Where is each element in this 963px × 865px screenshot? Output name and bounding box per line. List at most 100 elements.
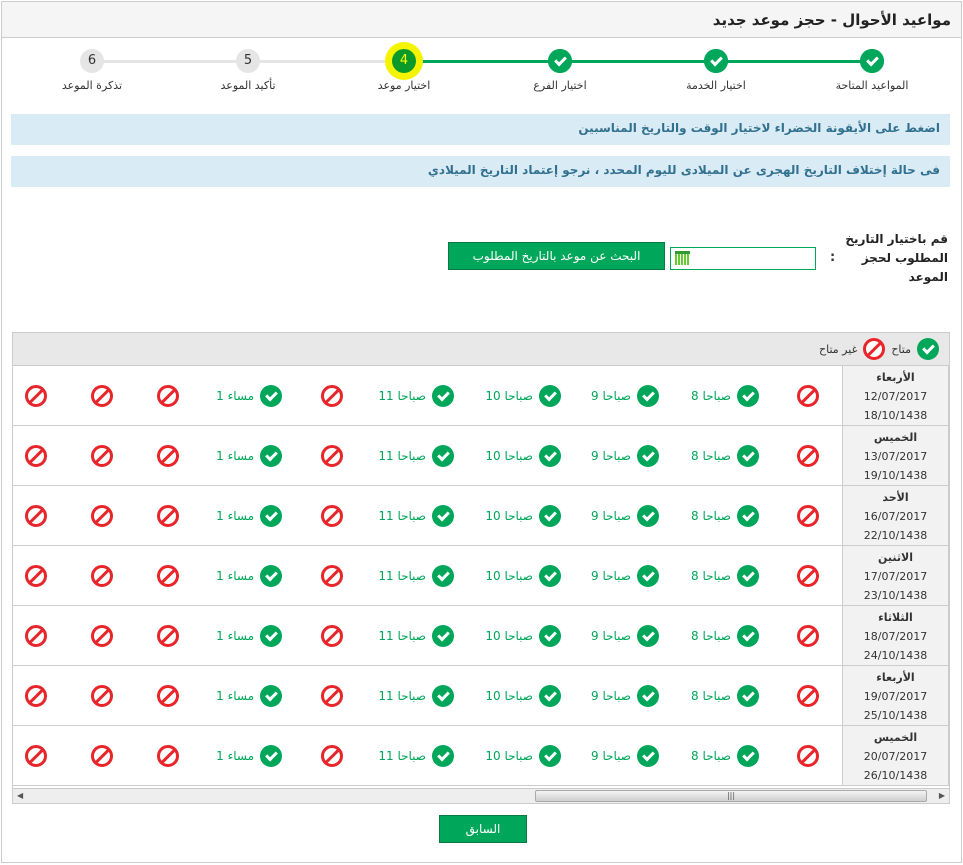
available-slot[interactable]: 10 صباحا (454, 384, 561, 408)
slot-time[interactable]: 11 صباحا (378, 509, 426, 523)
slot-time[interactable]: 8 صباحا (691, 689, 731, 703)
scroll-left-icon[interactable]: ◀ (17, 791, 23, 800)
slot-time[interactable]: 11 صباحا (378, 389, 426, 403)
available-slot[interactable]: 9 صباحا (561, 624, 659, 648)
available-slot[interactable]: 9 صباحا (561, 684, 659, 708)
slot-time[interactable]: 9 صباحا (591, 749, 631, 763)
available-slot[interactable]: 8 صباحا (659, 384, 759, 408)
calendar-icon[interactable] (675, 251, 690, 265)
available-slot[interactable]: 8 صباحا (659, 564, 759, 588)
available-icon[interactable] (539, 685, 561, 707)
available-slot[interactable]: 9 صباحا (561, 564, 659, 588)
available-slot[interactable]: 11 صباحا (343, 384, 454, 408)
available-slot[interactable]: 11 صباحا (343, 624, 454, 648)
available-icon[interactable] (737, 745, 759, 767)
available-icon[interactable] (432, 385, 454, 407)
available-slot[interactable]: 10 صباحا (454, 504, 561, 528)
available-icon[interactable] (637, 685, 659, 707)
available-slot[interactable]: 1 مساء (179, 504, 282, 528)
slot-time[interactable]: 11 صباحا (378, 689, 426, 703)
slot-time[interactable]: 11 صباحا (378, 449, 426, 463)
available-icon[interactable] (737, 385, 759, 407)
slot-time[interactable]: 1 مساء (216, 449, 254, 463)
available-icon[interactable] (539, 565, 561, 587)
slot-time[interactable]: 8 صباحا (691, 569, 731, 583)
available-icon[interactable] (539, 445, 561, 467)
available-slot[interactable]: 1 مساء (179, 744, 282, 768)
available-icon[interactable] (637, 385, 659, 407)
slot-time[interactable]: 11 صباحا (378, 569, 426, 583)
slot-time[interactable]: 8 صباحا (691, 629, 731, 643)
available-slot[interactable]: 8 صباحا (659, 444, 759, 468)
available-slot[interactable]: 10 صباحا (454, 684, 561, 708)
slot-time[interactable]: 1 مساء (216, 749, 254, 763)
available-slot[interactable]: 11 صباحا (343, 504, 454, 528)
slot-time[interactable]: 9 صباحا (591, 629, 631, 643)
date-input[interactable] (670, 247, 816, 270)
available-icon[interactable] (260, 385, 282, 407)
available-icon[interactable] (637, 445, 659, 467)
available-icon[interactable] (637, 505, 659, 527)
available-slot[interactable]: 1 مساء (179, 684, 282, 708)
available-icon[interactable] (432, 625, 454, 647)
scroll-right-icon[interactable]: ▶ (939, 791, 945, 800)
available-icon[interactable] (539, 385, 561, 407)
available-slot[interactable]: 11 صباحا (343, 564, 454, 588)
slot-time[interactable]: 9 صباحا (591, 689, 631, 703)
available-slot[interactable]: 1 مساء (179, 564, 282, 588)
available-icon[interactable] (737, 685, 759, 707)
slot-time[interactable]: 10 صباحا (485, 449, 533, 463)
available-icon[interactable] (539, 745, 561, 767)
available-icon[interactable] (260, 685, 282, 707)
available-slot[interactable]: 11 صباحا (343, 684, 454, 708)
slot-time[interactable]: 8 صباحا (691, 509, 731, 523)
slot-time[interactable]: 9 صباحا (591, 389, 631, 403)
available-slot[interactable]: 10 صباحا (454, 564, 561, 588)
available-slot[interactable]: 10 صباحا (454, 444, 561, 468)
slot-time[interactable]: 10 صباحا (485, 389, 533, 403)
slot-time[interactable]: 11 صباحا (378, 749, 426, 763)
slot-time[interactable]: 10 صباحا (485, 509, 533, 523)
available-icon[interactable] (432, 685, 454, 707)
slot-time[interactable]: 1 مساء (216, 569, 254, 583)
slot-time[interactable]: 10 صباحا (485, 569, 533, 583)
available-icon[interactable] (737, 445, 759, 467)
available-icon[interactable] (539, 625, 561, 647)
available-slot[interactable]: 10 صباحا (454, 744, 561, 768)
available-icon[interactable] (432, 745, 454, 767)
available-icon[interactable] (737, 505, 759, 527)
available-slot[interactable]: 11 صباحا (343, 744, 454, 768)
available-slot[interactable]: 8 صباحا (659, 684, 759, 708)
slot-time[interactable]: 10 صباحا (485, 749, 533, 763)
slot-time[interactable]: 10 صباحا (485, 629, 533, 643)
slot-time[interactable]: 8 صباحا (691, 749, 731, 763)
available-slot[interactable]: 9 صباحا (561, 504, 659, 528)
slot-time[interactable]: 9 صباحا (591, 449, 631, 463)
available-slot[interactable]: 9 صباحا (561, 744, 659, 768)
available-slot[interactable]: 8 صباحا (659, 744, 759, 768)
slot-time[interactable]: 1 مساء (216, 389, 254, 403)
search-by-date-button[interactable]: البحث عن موعد بالتاريخ المطلوب (448, 242, 665, 270)
slot-time[interactable]: 9 صباحا (591, 569, 631, 583)
available-slot[interactable]: 9 صباحا (561, 444, 659, 468)
available-icon[interactable] (260, 505, 282, 527)
available-slot[interactable]: 9 صباحا (561, 384, 659, 408)
available-icon[interactable] (637, 745, 659, 767)
available-icon[interactable] (260, 445, 282, 467)
available-slot[interactable]: 1 مساء (179, 444, 282, 468)
slot-time[interactable]: 1 مساء (216, 509, 254, 523)
slot-time[interactable]: 11 صباحا (378, 629, 426, 643)
available-icon[interactable] (260, 565, 282, 587)
slot-time[interactable]: 9 صباحا (591, 509, 631, 523)
back-button[interactable]: السابق (439, 815, 527, 843)
available-slot[interactable]: 10 صباحا (454, 624, 561, 648)
available-slot[interactable]: 1 مساء (179, 624, 282, 648)
available-icon[interactable] (539, 505, 561, 527)
available-slot[interactable]: 8 صباحا (659, 504, 759, 528)
slot-time[interactable]: 8 صباحا (691, 449, 731, 463)
available-icon[interactable] (432, 565, 454, 587)
available-icon[interactable] (432, 505, 454, 527)
available-slot[interactable]: 1 مساء (179, 384, 282, 408)
available-icon[interactable] (260, 625, 282, 647)
available-icon[interactable] (432, 445, 454, 467)
